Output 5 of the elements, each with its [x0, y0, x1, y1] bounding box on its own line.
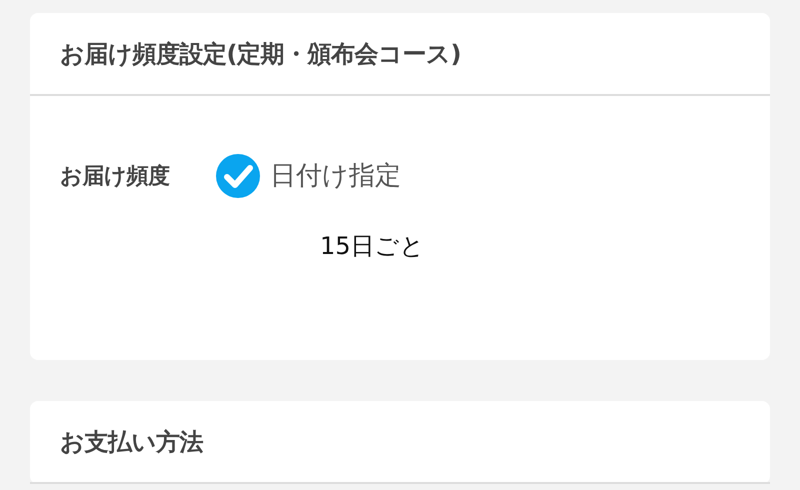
section-title: お届け頻度設定(定期・頒布会コース) [60, 38, 461, 70]
section-title: お支払い方法 [60, 426, 203, 458]
option-checkbox[interactable]: 日付け指定 [216, 154, 401, 198]
frequency-value: 15日ごと [320, 231, 425, 262]
field-label: お届け頻度 [60, 162, 170, 190]
